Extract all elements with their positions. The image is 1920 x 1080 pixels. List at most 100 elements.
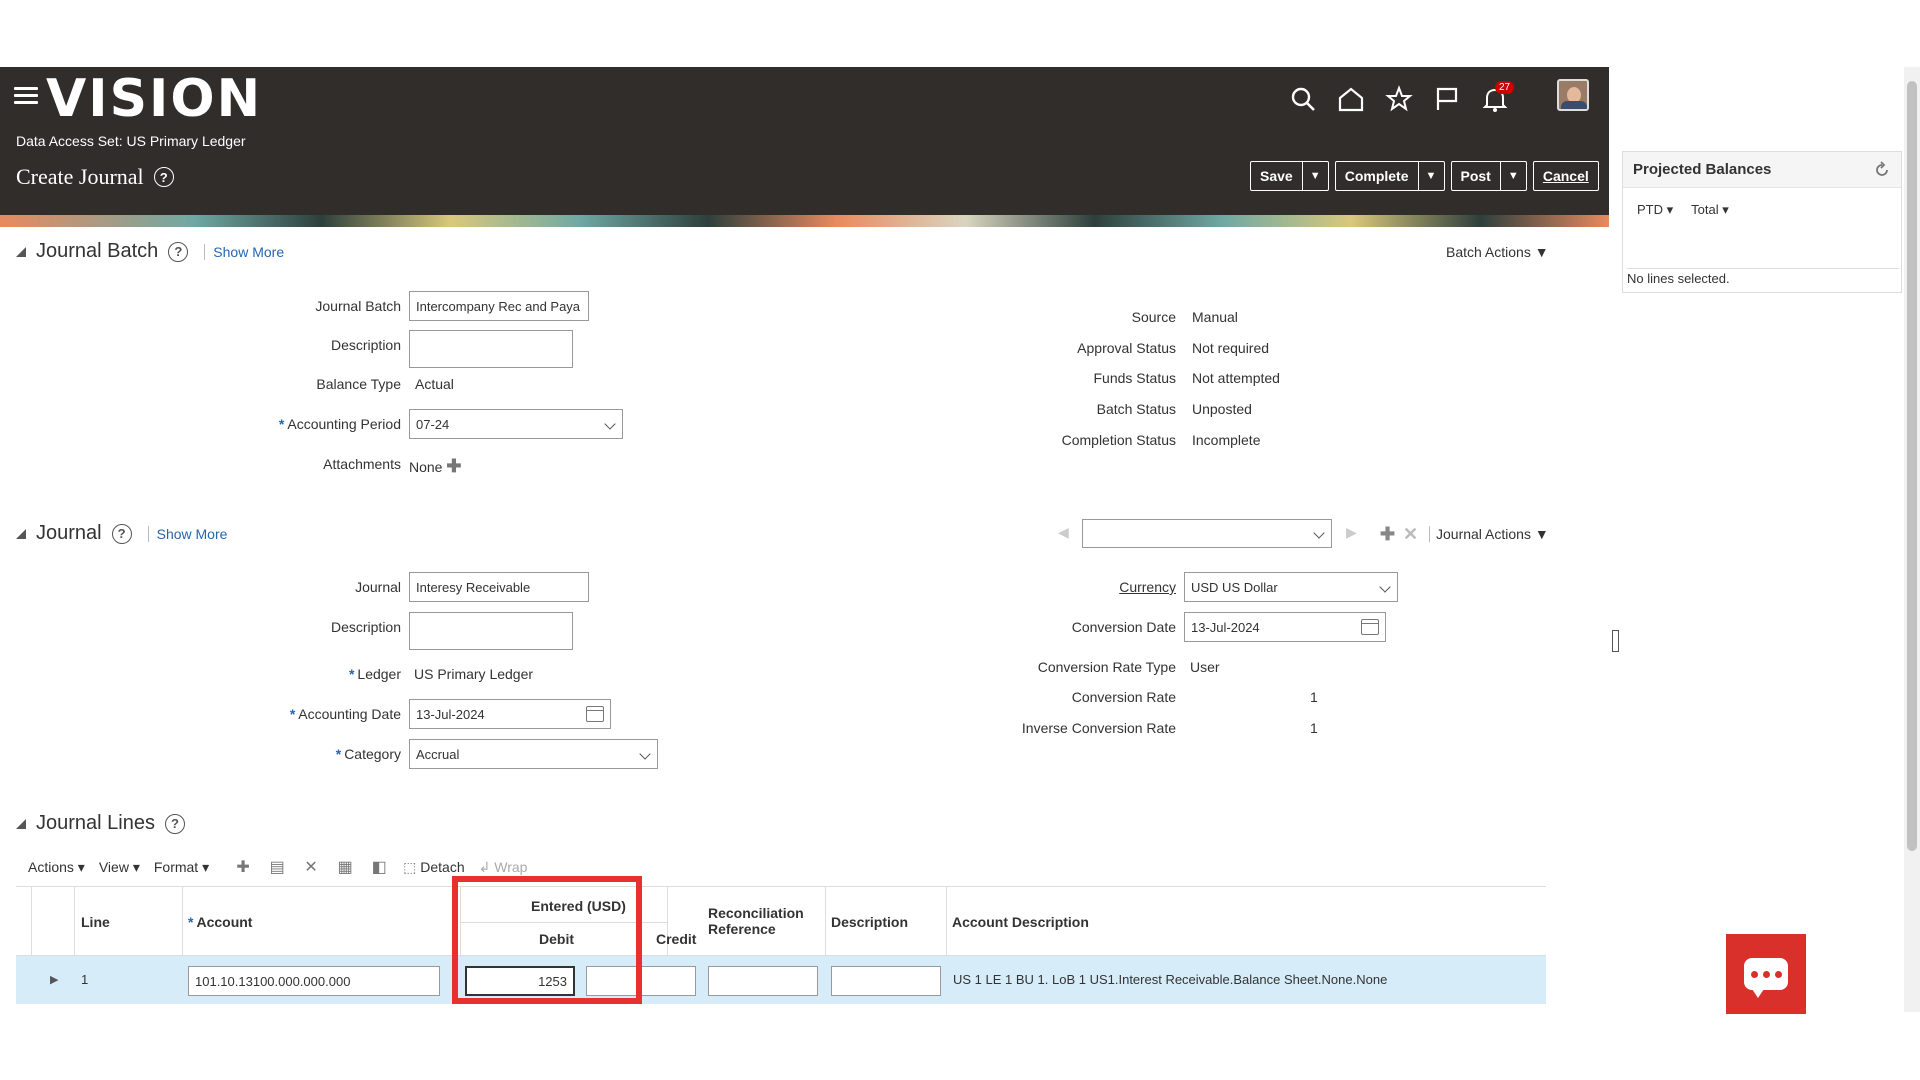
help-icon[interactable]: ? [168, 241, 189, 262]
header-decorative-banner [0, 215, 1609, 227]
projected-balances-selectors: PTD ▾ Total ▾ [1623, 188, 1901, 232]
ptd-dropdown[interactable]: PTD ▾ [1637, 202, 1673, 218]
account-input[interactable]: 101.10.13100.000.000.000 [188, 966, 440, 996]
batch-actions-menu[interactable]: Batch Actions ▼ [1446, 244, 1549, 260]
line-number-cell: 1 [81, 972, 89, 987]
page-title: Create Journal ? [16, 164, 174, 190]
split-row-icon[interactable]: ▦ [335, 858, 355, 876]
line-description-input[interactable] [831, 966, 941, 996]
account-description-column-header[interactable]: Account Description [952, 914, 1089, 930]
batch-status-value: Unposted [1192, 401, 1252, 417]
journal-navigator-select[interactable] [1082, 519, 1332, 548]
table-header-row: Line * Account Entered (USD) Debit Credit… [16, 886, 1546, 957]
expand-row-icon[interactable]: ▶ [50, 973, 58, 986]
journal-name-input[interactable]: Interesy Receivable [409, 572, 589, 602]
credit-column-header[interactable]: Credit [656, 931, 696, 947]
page-scrollbar[interactable] [1904, 67, 1920, 1012]
save-button[interactable]: Save [1251, 162, 1302, 190]
detach-button[interactable]: ⬚ Detach [403, 859, 464, 876]
source-label: Source [1131, 309, 1176, 325]
add-journal-icon[interactable]: ✚ [1380, 524, 1395, 545]
actions-menu[interactable]: Actions ▾ [28, 859, 85, 876]
freeze-icon[interactable]: ◧ [369, 858, 389, 876]
favorites-star-icon[interactable] [1385, 85, 1413, 113]
search-icon[interactable] [1289, 85, 1317, 113]
inverse-conversion-rate-label: Inverse Conversion Rate [1021, 720, 1176, 736]
description-column-header[interactable]: Description [831, 914, 908, 930]
user-avatar[interactable] [1557, 79, 1589, 111]
required-asterisk: * [289, 706, 296, 722]
journal-lines-title: Journal Lines [36, 812, 155, 834]
flag-icon[interactable] [1433, 85, 1461, 113]
accounting-period-label: * Accounting Period [278, 416, 401, 432]
wrap-button: ↲ Wrap [478, 858, 528, 875]
debit-highlight-box [452, 876, 642, 1004]
completion-status-value: Incomplete [1192, 432, 1261, 448]
account-column-header[interactable]: * Account [188, 914, 252, 930]
funds-status-value: Not attempted [1192, 370, 1280, 386]
projected-balances-header: Projected Balances [1623, 152, 1901, 188]
add-attachment-icon[interactable]: ✚ [446, 456, 461, 476]
complete-menu-arrow-icon[interactable]: ▼ [1417, 162, 1444, 190]
calendar-icon[interactable] [586, 706, 604, 722]
batch-description-textarea[interactable] [409, 330, 573, 368]
complete-button[interactable]: Complete [1336, 162, 1418, 190]
reconciliation-reference-input[interactable] [708, 966, 818, 996]
delete-row-icon[interactable]: ✕ [301, 858, 321, 876]
required-asterisk: * [278, 416, 285, 432]
collapse-triangle-icon[interactable] [16, 818, 26, 829]
chat-assistant-button[interactable] [1726, 934, 1806, 1014]
post-menu-arrow-icon[interactable]: ▼ [1499, 162, 1526, 190]
journal-section-header: Journal ? Show More [16, 522, 227, 545]
next-journal-arrow-icon[interactable]: ▶ [1346, 524, 1357, 541]
detach-icon: ⬚ [403, 858, 417, 875]
line-column-header[interactable]: Line [81, 914, 110, 930]
menu-icon[interactable] [14, 87, 38, 105]
category-select[interactable]: Accrual [409, 739, 658, 769]
delete-journal-icon[interactable]: ✕ [1403, 524, 1418, 545]
home-icon[interactable] [1337, 85, 1365, 113]
accounting-date-input[interactable]: 13-Jul-2024 [409, 699, 611, 729]
collapse-triangle-icon[interactable] [16, 246, 26, 257]
notifications-bell-icon[interactable]: 27 [1481, 81, 1515, 113]
currency-label[interactable]: Currency [1119, 579, 1176, 595]
save-menu-arrow-icon[interactable]: ▼ [1301, 162, 1328, 190]
journal-batch-input[interactable]: Intercompany Rec and Paya [409, 291, 589, 321]
help-icon[interactable]: ? [153, 167, 174, 187]
conversion-date-label: Conversion Date [1071, 619, 1176, 635]
account-description-cell: US 1 LE 1 BU 1. LoB 1 US1.Interest Recei… [953, 972, 1388, 987]
collapse-triangle-icon[interactable] [16, 528, 26, 539]
help-icon[interactable]: ? [111, 523, 132, 544]
previous-journal-arrow-icon[interactable]: ◀ [1058, 524, 1069, 541]
help-icon[interactable]: ? [164, 813, 185, 834]
balance-type-label: Balance Type [316, 376, 401, 392]
duplicate-row-icon[interactable]: ▤ [267, 858, 287, 876]
reconciliation-reference-column-header[interactable]: Reconciliation Reference [708, 905, 818, 937]
journal-actions-menu[interactable]: Journal Actions ▼ [1429, 526, 1549, 542]
journal-description-label: Description [330, 619, 401, 635]
conversion-rate-label: Conversion Rate [1071, 689, 1176, 705]
ledger-label: * Ledger [348, 666, 401, 682]
add-row-icon[interactable]: ✚ [233, 858, 253, 876]
total-dropdown[interactable]: Total ▾ [1691, 202, 1729, 218]
refresh-icon[interactable] [1873, 160, 1891, 179]
currency-select[interactable]: USD US Dollar [1184, 572, 1398, 602]
view-menu[interactable]: View ▾ [99, 859, 140, 876]
panel-splitter-handle[interactable] [1612, 630, 1619, 652]
conversion-date-input[interactable]: 13-Jul-2024 [1184, 612, 1386, 642]
journal-description-textarea[interactable] [409, 612, 573, 650]
format-menu[interactable]: Format ▾ [154, 859, 209, 876]
table-row[interactable]: ▶ 1 101.10.13100.000.000.000 1253 US 1 L… [16, 956, 1546, 1004]
attachments-label: Attachments [323, 456, 401, 472]
accounting-period-select[interactable]: 07-24 [409, 409, 623, 439]
vision-logo[interactable]: VISION [46, 69, 262, 129]
conversion-rate-type-value: User [1190, 659, 1220, 675]
journal-batch-show-more-link[interactable]: Show More [204, 243, 284, 260]
header-icons: 27 [1289, 77, 1609, 117]
notification-count-badge: 27 [1495, 81, 1515, 94]
category-label: * Category [335, 746, 401, 762]
cancel-button[interactable]: Cancel [1532, 161, 1599, 191]
post-button[interactable]: Post [1452, 162, 1500, 190]
journal-show-more-link[interactable]: Show More [147, 525, 227, 542]
calendar-icon[interactable] [1361, 619, 1379, 635]
